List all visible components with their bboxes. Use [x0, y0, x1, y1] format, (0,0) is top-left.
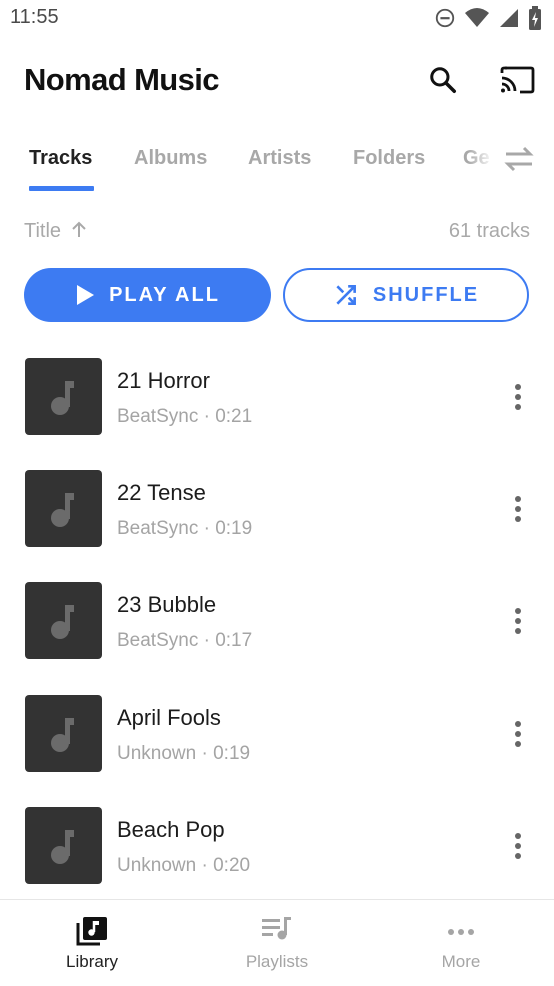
app-title: Nomad Music: [24, 62, 220, 97]
do-not-disturb-icon: [435, 8, 455, 28]
playlist-icon: [262, 917, 291, 940]
shuffle-icon: [336, 285, 356, 305]
tabs-menu-button[interactable]: [503, 144, 537, 178]
track-row[interactable]: 21 Horror BeatSync · 0:21: [0, 358, 554, 470]
status-icons: [434, 6, 542, 30]
nav-playlists[interactable]: Playlists: [217, 900, 337, 986]
sort-label: Title: [24, 220, 62, 242]
album-art: [25, 695, 102, 772]
cell-signal-icon: [500, 9, 518, 27]
play-all-button[interactable]: PLAY ALL: [24, 268, 271, 322]
bottom-navigation: Library Playlists More: [0, 899, 554, 986]
swap-icon: [504, 146, 534, 172]
active-tab-indicator: [29, 186, 94, 191]
more-vertical-icon: [515, 833, 521, 859]
tab-albums[interactable]: Albums: [134, 147, 207, 170]
track-subtitle: BeatSync · 0:21: [117, 406, 253, 427]
shuffle-label: SHUFFLE: [372, 283, 480, 306]
track-row[interactable]: 23 Bubble BeatSync · 0:17: [0, 582, 554, 694]
album-art: [25, 807, 102, 884]
track-menu-button[interactable]: [503, 490, 533, 528]
track-subtitle: Unknown · 0:19: [117, 743, 251, 764]
track-menu-button[interactable]: [503, 602, 533, 640]
cast-button[interactable]: [497, 60, 537, 100]
album-art: [25, 582, 102, 659]
more-horizontal-icon: [448, 929, 474, 935]
more-vertical-icon: [515, 384, 521, 410]
track-subtitle: BeatSync · 0:19: [117, 518, 253, 539]
track-row[interactable]: 22 Tense BeatSync · 0:19: [0, 470, 554, 582]
sort-button[interactable]: Title: [24, 220, 87, 242]
battery-charging-icon: [529, 6, 541, 30]
search-button[interactable]: [423, 60, 463, 100]
tab-tracks[interactable]: Tracks: [29, 147, 92, 170]
tab-artists[interactable]: Artists: [248, 147, 311, 170]
nav-library-label: Library: [66, 952, 118, 971]
tab-folders[interactable]: Folders: [353, 147, 425, 170]
wifi-icon: [465, 8, 489, 27]
more-vertical-icon: [515, 608, 521, 634]
track-count: 61 tracks: [448, 220, 530, 242]
nav-more-label: More: [441, 952, 481, 971]
tab-bar: Tracks Albums Artists Folders Ge: [0, 138, 554, 194]
music-note-icon: [50, 492, 74, 527]
music-note-icon: [50, 829, 74, 864]
track-subtitle: BeatSync · 0:17: [117, 630, 253, 651]
more-vertical-icon: [515, 496, 521, 522]
track-title: 22 Tense: [117, 480, 206, 505]
play-all-label: PLAY ALL: [109, 283, 220, 306]
music-note-icon: [50, 717, 74, 752]
track-title: Beach Pop: [117, 817, 225, 842]
music-note-icon: [50, 604, 74, 639]
album-art: [25, 358, 102, 435]
play-icon: [77, 285, 95, 305]
shuffle-button[interactable]: SHUFFLE: [283, 268, 529, 322]
status-time: 11:55: [10, 6, 59, 28]
arrow-up-icon: [71, 221, 86, 237]
track-title: 23 Bubble: [117, 592, 217, 617]
nav-playlists-label: Playlists: [245, 952, 309, 971]
more-vertical-icon: [515, 721, 521, 747]
track-menu-button[interactable]: [503, 378, 533, 416]
music-note-icon: [50, 380, 74, 415]
track-title: 21 Horror: [117, 368, 210, 393]
tab-fade: [468, 138, 500, 184]
track-subtitle: Unknown · 0:20: [117, 855, 251, 876]
search-icon: [430, 67, 456, 93]
cast-icon: [500, 66, 535, 94]
track-title: April Fools: [117, 705, 221, 730]
track-menu-button[interactable]: [503, 827, 533, 865]
nav-more[interactable]: More: [401, 900, 521, 986]
album-art: [25, 470, 102, 547]
track-menu-button[interactable]: [503, 715, 533, 753]
library-icon: [76, 917, 107, 946]
nav-library[interactable]: Library: [32, 900, 152, 986]
sort-row: Title 61 tracks: [24, 220, 530, 243]
track-row[interactable]: April Fools Unknown · 0:19: [0, 695, 554, 807]
